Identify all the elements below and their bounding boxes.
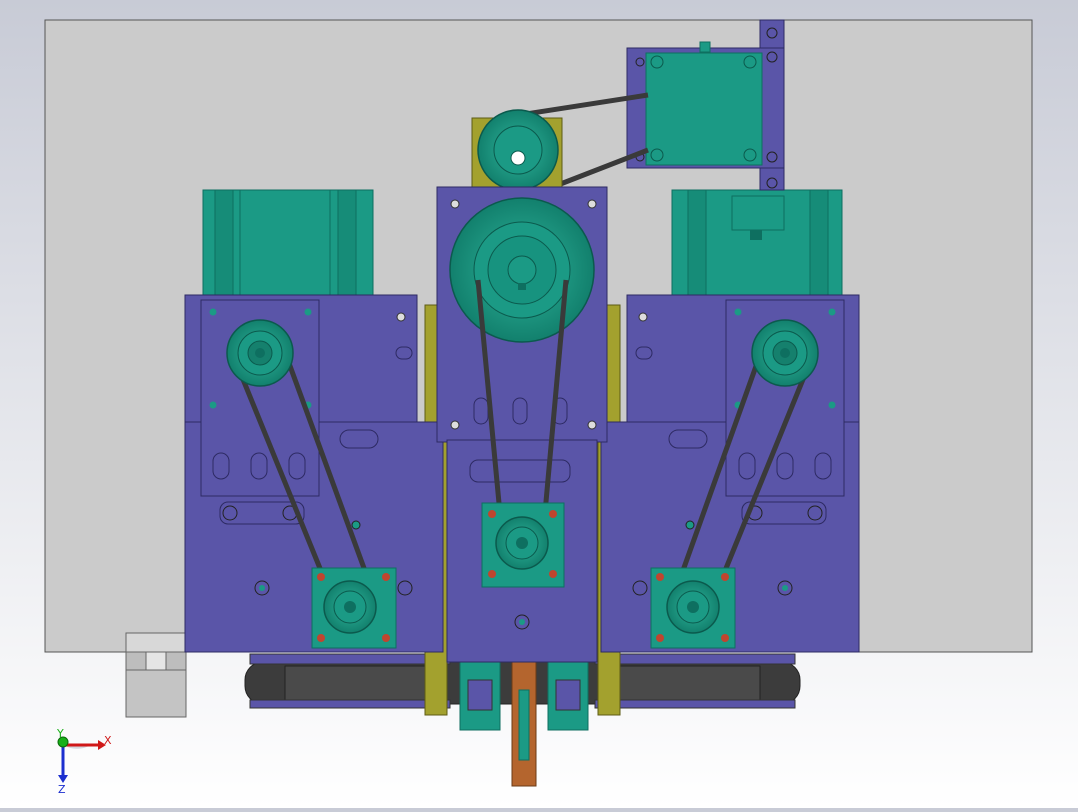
coordinate-triad: X Y Z — [56, 727, 112, 796]
cad-assembly-drawing: X Y Z — [44, 19, 1033, 796]
triad-y-label: Y — [56, 727, 64, 740]
center-column — [436, 186, 608, 663]
support-block — [125, 632, 187, 718]
copper-slider-slot — [518, 689, 530, 761]
top-motor-body — [645, 52, 763, 166]
triad-x-label: X — [104, 734, 112, 747]
triad-z-label: Z — [58, 783, 66, 796]
cad-viewport[interactable]: X Y Z — [0, 0, 1078, 808]
